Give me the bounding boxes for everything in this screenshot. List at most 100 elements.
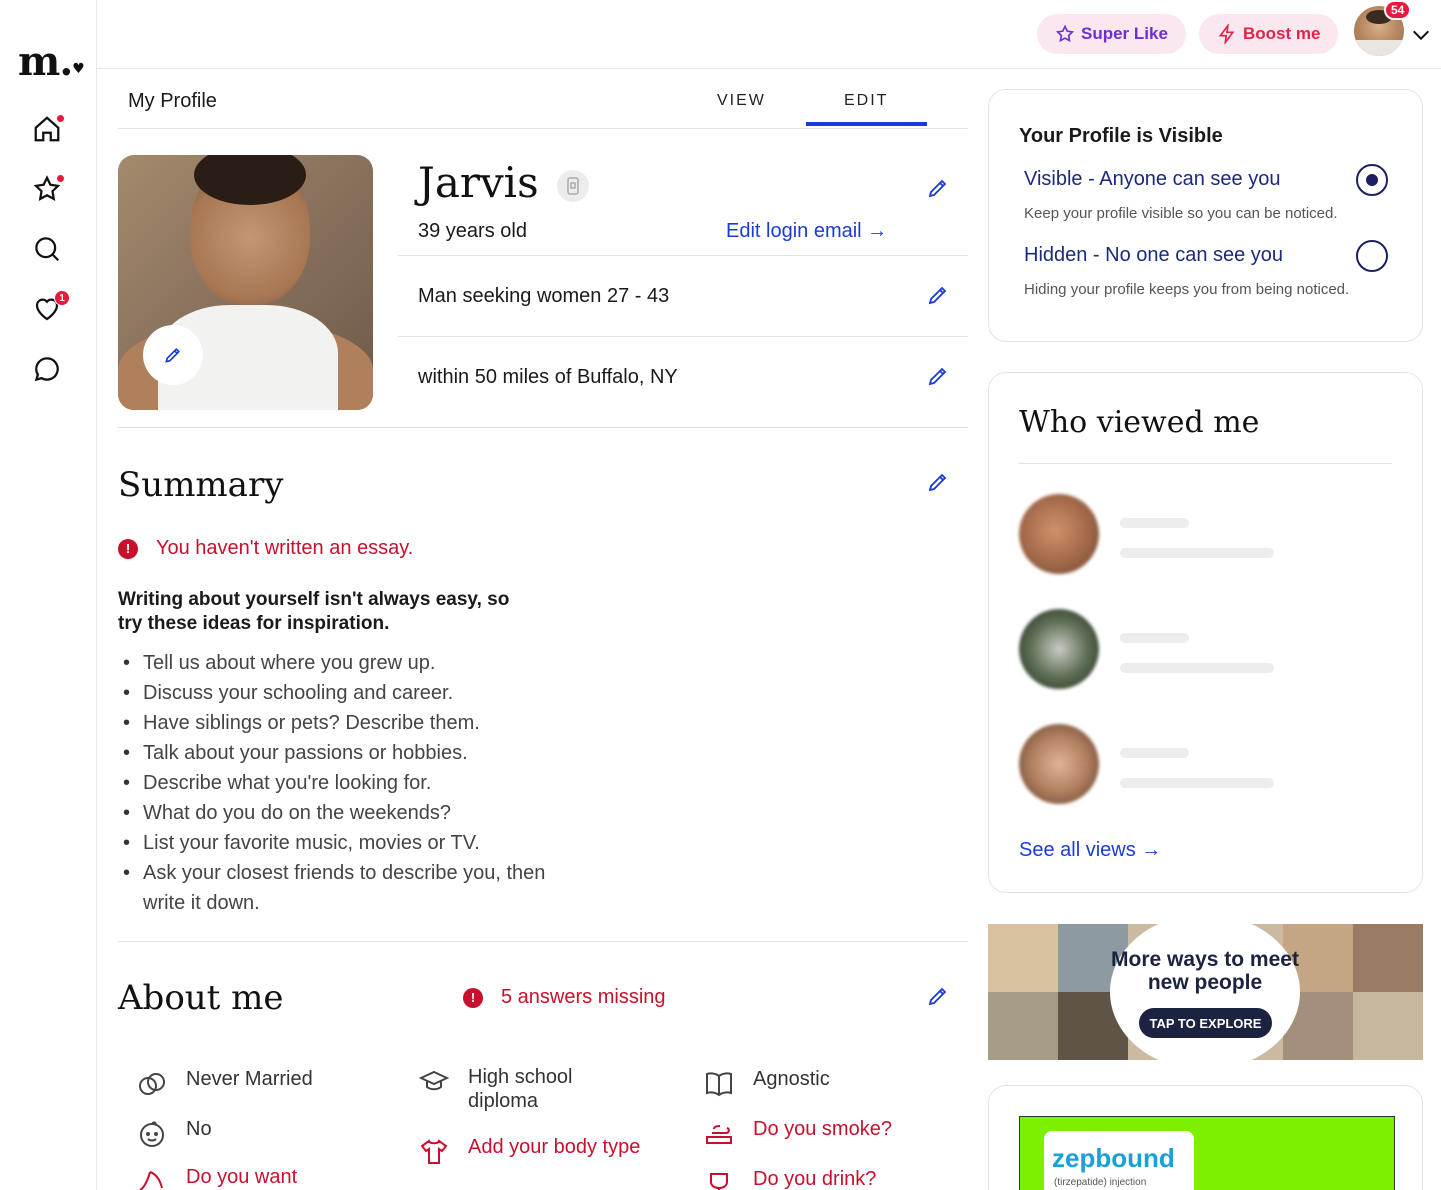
list-item: Have siblings or pets? Describe them. [123, 708, 563, 738]
profile-photo[interactable] [118, 155, 373, 410]
see-all-views-link[interactable]: See all views → [1019, 839, 1161, 862]
about-item-want-kids[interactable]: Do you want [136, 1166, 297, 1190]
about-item-body-type[interactable]: Add your body type [418, 1136, 640, 1168]
summary-title: Summary [118, 465, 284, 505]
super-like-button[interactable]: Super Like [1037, 14, 1186, 54]
banner-text: More ways to meet new people [1111, 948, 1299, 994]
viewer-name-placeholder [1120, 633, 1189, 643]
tab-view[interactable]: VIEW [717, 92, 766, 110]
boost-button[interactable]: Boost me [1199, 14, 1339, 54]
alert-icon: ! [463, 987, 483, 1008]
viewer-avatar[interactable] [1019, 494, 1099, 574]
who-viewed-title: Who viewed me [1019, 405, 1260, 440]
profile-age: 39 years old [418, 220, 527, 242]
edit-summary-pencil-icon[interactable] [926, 470, 950, 494]
banner-photo [988, 924, 1058, 992]
list-item: Describe what you're looking for. [123, 768, 563, 798]
about-item-label: Never Married [186, 1068, 313, 1090]
graduation-cap-icon [418, 1065, 450, 1097]
about-item-kids[interactable]: No [136, 1118, 212, 1150]
viewer-name-placeholder [1120, 748, 1189, 758]
alert-icon: ! [118, 538, 138, 559]
nav-search-icon[interactable] [30, 232, 64, 266]
notification-dot [56, 114, 65, 123]
about-item-label: Add your body type [468, 1136, 641, 1158]
list-item: List your favorite music, movies or TV. [123, 828, 563, 858]
likes-badge: 1 [54, 290, 70, 306]
about-item-label: Agnostic [753, 1068, 830, 1090]
chevron-down-icon[interactable] [1410, 24, 1432, 46]
seeking-text: Man seeking women 27 - 43 [418, 285, 670, 307]
summary-warning-text: You haven't written an essay. [156, 537, 414, 559]
edit-location-pencil-icon[interactable] [926, 364, 950, 388]
divider [118, 427, 968, 428]
baby-face-icon [136, 1118, 168, 1150]
nav-likes-icon[interactable]: 1 [30, 290, 70, 326]
banner-photo [1353, 992, 1423, 1060]
boost-label: Boost me [1243, 24, 1321, 43]
about-item-label: No [186, 1118, 212, 1140]
nav-home-icon[interactable] [30, 112, 65, 146]
about-item-label: High school diploma [468, 1066, 573, 1112]
viewer-avatar[interactable] [1019, 609, 1099, 689]
profile-name: Jarvis [418, 158, 539, 207]
viewer-info-placeholder [1120, 548, 1274, 558]
list-item: Ask your closest friends to describe you… [123, 858, 563, 918]
book-icon [703, 1068, 735, 1100]
top-bar: Super Like Boost me 54 [97, 0, 1441, 69]
visibility-card: Your Profile is Visible Visible - Anyone… [988, 89, 1423, 342]
profile-tabs-row: My Profile VIEW EDIT [118, 70, 968, 129]
edit-name-pencil-icon[interactable] [926, 176, 950, 200]
about-item-education[interactable]: High school diploma [418, 1065, 618, 1113]
about-title: About me [118, 978, 284, 1018]
divider [118, 941, 968, 942]
visible-radio[interactable] [1356, 164, 1388, 196]
summary-ideas-list: Tell us about where you grew up. Discuss… [123, 648, 563, 918]
ad-card: zepbound (tirzepatide) injection [988, 1085, 1423, 1190]
edit-seeking-pencil-icon[interactable] [926, 283, 950, 307]
who-viewed-card: Who viewed me See all views → [988, 372, 1423, 893]
ad-image[interactable]: zepbound (tirzepatide) injection [1019, 1116, 1395, 1190]
viewer-name-placeholder [1120, 518, 1189, 528]
visibility-title: Your Profile is Visible [1019, 125, 1223, 147]
list-item: What do you do on the weekends? [123, 798, 563, 828]
rings-icon [136, 1068, 168, 1100]
about-item-smoke[interactable]: Do you smoke? [703, 1118, 892, 1150]
about-item-marital[interactable]: Never Married [136, 1068, 313, 1100]
edit-login-email-link[interactable]: Edit login email → [726, 220, 887, 243]
about-item-religion[interactable]: Agnostic [703, 1068, 830, 1100]
about-item-label: Do you want [186, 1166, 298, 1188]
about-item-label: Do you drink? [753, 1168, 877, 1190]
about-item-drink[interactable]: Do you drink? [703, 1168, 876, 1190]
tap-to-explore-button[interactable]: TAP TO EXPLORE [1139, 1008, 1272, 1038]
notification-dot [56, 174, 65, 183]
visible-option-label[interactable]: Visible - Anyone can see you [1024, 168, 1280, 191]
verify-phone-icon[interactable] [557, 170, 589, 202]
location-text: within 50 miles of Buffalo, NY [418, 366, 678, 388]
pencil-icon [165, 347, 181, 363]
about-missing-text: 5 answers missing [501, 986, 666, 1008]
left-nav: m.♥ 1 [0, 0, 97, 1190]
viewer-avatar[interactable] [1019, 724, 1099, 804]
edit-about-pencil-icon[interactable] [926, 984, 950, 1008]
banner-photo [988, 992, 1058, 1060]
photo-edit-button[interactable] [143, 325, 203, 385]
about-missing-warning[interactable]: ! 5 answers missing [463, 986, 666, 1009]
nav-messages-icon[interactable] [30, 352, 64, 386]
page-title: My Profile [128, 90, 217, 112]
hidden-radio[interactable] [1356, 240, 1388, 272]
shirt-icon [418, 1136, 450, 1168]
active-tab-indicator [806, 122, 927, 126]
visible-option-desc: Keep your profile visible so you can be … [1024, 205, 1338, 222]
super-like-label: Super Like [1081, 24, 1168, 43]
cigarette-icon [703, 1118, 735, 1150]
app-logo[interactable]: m.♥ [18, 38, 85, 85]
tab-edit[interactable]: EDIT [844, 92, 888, 110]
summary-warning[interactable]: ! You haven't written an essay. [118, 537, 413, 560]
avatar-notification-badge: 54 [1384, 0, 1412, 20]
explore-banner[interactable]: More ways to meet new people TAP TO EXPL… [988, 924, 1423, 1060]
ad-logo: zepbound (tirzepatide) injection [1044, 1131, 1194, 1190]
glass-icon [703, 1168, 735, 1190]
hidden-option-label[interactable]: Hidden - No one can see you [1024, 244, 1283, 267]
nav-favorites-icon[interactable] [30, 172, 65, 206]
